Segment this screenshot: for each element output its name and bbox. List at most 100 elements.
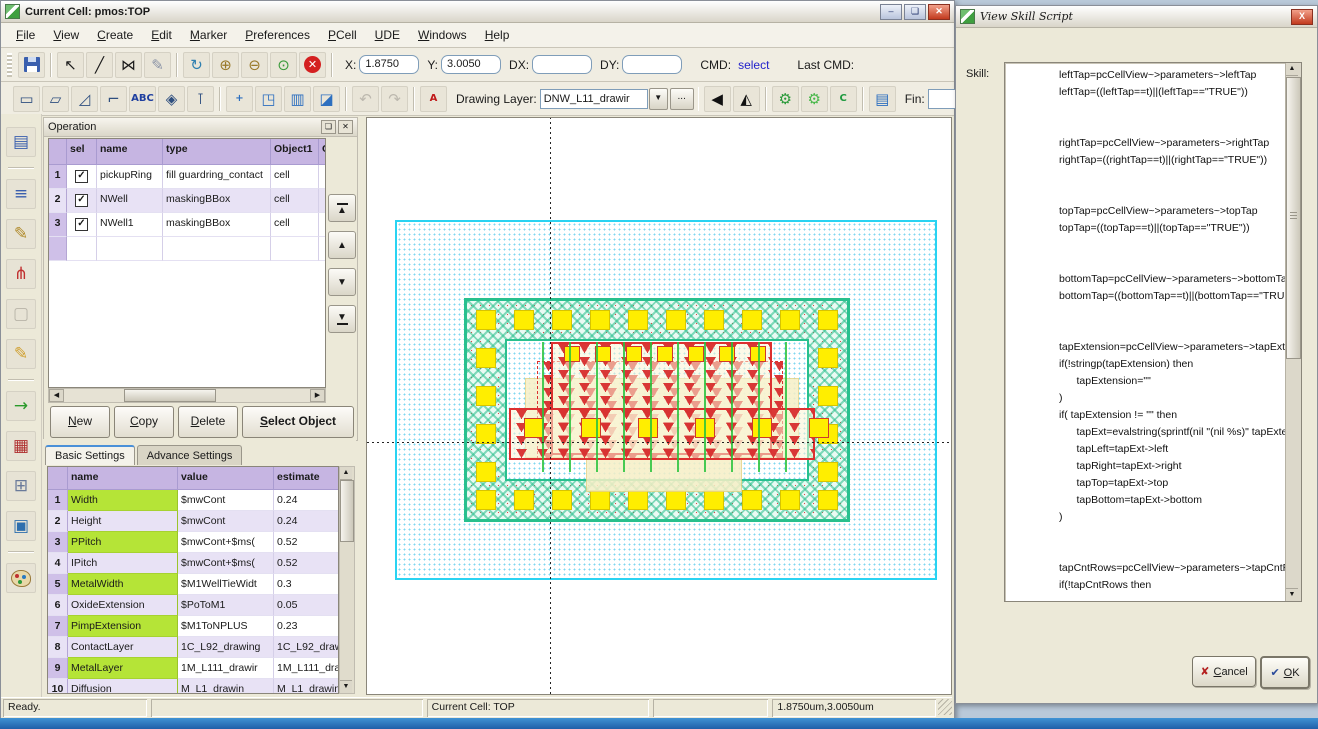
parameter-row[interactable]: 10DiffusionM_L1_drawinM_L1_drawin xyxy=(48,679,338,694)
well-contact[interactable] xyxy=(818,462,838,482)
column-header[interactable] xyxy=(49,139,67,165)
scroll-down-icon[interactable]: ▼ xyxy=(1286,588,1298,601)
layer-a-icon[interactable]: A xyxy=(420,86,447,112)
menu-edit[interactable]: Edit xyxy=(142,25,181,45)
run-checked-icon[interactable]: ⚙ xyxy=(772,86,799,112)
well-contact[interactable] xyxy=(704,490,724,510)
parameter-row[interactable]: 4IPitch$mwCont+$ms(0.52 xyxy=(48,553,338,574)
table-row[interactable]: 2✓NWellmaskingBBoxcell xyxy=(49,189,325,213)
device-contact[interactable] xyxy=(657,346,673,362)
operation-table[interactable]: selnametypeObject1O1✓pickupRingfill guar… xyxy=(48,138,326,388)
well-contact[interactable] xyxy=(818,490,838,510)
column-header[interactable]: name xyxy=(97,139,163,165)
well-contact[interactable] xyxy=(590,490,610,510)
select-object-button[interactable]: Select Object xyxy=(242,406,354,438)
well-contact[interactable] xyxy=(476,424,496,444)
table-row[interactable]: 3✓NWell1maskingBBoxcell xyxy=(49,213,325,237)
well-contact[interactable] xyxy=(476,310,496,330)
well-contact[interactable] xyxy=(818,348,838,368)
parameter-row[interactable]: 8ContactLayer1C_L92_drawing1C_L92_drawin… xyxy=(48,637,338,658)
cellview-list-icon[interactable]: ▤ xyxy=(6,127,36,157)
layers-icon[interactable]: ▤ xyxy=(869,86,896,112)
layout-canvas[interactable] xyxy=(366,117,952,695)
scrollbar-thumb[interactable] xyxy=(124,389,216,402)
well-contact[interactable] xyxy=(628,490,648,510)
well-contact[interactable] xyxy=(552,490,572,510)
parameter-row[interactable]: 5MetalWidth$M1WellTieWidt0.3 xyxy=(48,574,338,595)
device-contact[interactable] xyxy=(595,346,611,362)
well-contact[interactable] xyxy=(552,310,572,330)
scroll-right-icon[interactable]: ▶ xyxy=(310,389,325,402)
minimize-button[interactable]: – xyxy=(880,4,902,20)
well-contact[interactable] xyxy=(818,386,838,406)
device-contact[interactable] xyxy=(688,346,704,362)
well-contact[interactable] xyxy=(476,386,496,406)
path-icon[interactable]: ◿ xyxy=(71,86,98,112)
note-pencil-icon[interactable]: ✎ xyxy=(6,339,36,369)
operation-panel-header[interactable]: Operation ❏ ✕ xyxy=(44,118,357,137)
select-area-icon[interactable]: ▢ xyxy=(6,299,36,329)
move-up-button[interactable]: ▲ xyxy=(328,231,356,259)
row-checkbox[interactable]: ✓ xyxy=(75,218,88,231)
row-checkbox[interactable]: ✓ xyxy=(75,194,88,207)
parameter-row[interactable]: 3PPitch$mwCont+$ms(0.52 xyxy=(48,532,338,553)
move-icon[interactable]: + xyxy=(226,86,253,112)
device-contact[interactable] xyxy=(524,418,544,438)
grid-table-icon[interactable]: ⊞ xyxy=(6,471,36,501)
device-contact[interactable] xyxy=(638,418,658,438)
move-down-button[interactable]: ▼ xyxy=(328,268,356,296)
toolbar-grip[interactable] xyxy=(7,53,12,77)
copy-icon[interactable]: ▥ xyxy=(284,86,311,112)
calendar-icon[interactable]: ▦ xyxy=(6,431,36,461)
column-header[interactable]: value xyxy=(178,467,274,490)
menu-ude[interactable]: UDE xyxy=(366,25,409,45)
polygon-icon[interactable]: ▱ xyxy=(42,86,69,112)
pin-icon[interactable]: ◈ xyxy=(158,86,185,112)
well-contact[interactable] xyxy=(476,490,496,510)
parameter-row[interactable]: 7PimpExtension$M1ToNPLUS0.23 xyxy=(48,616,338,637)
well-contact[interactable] xyxy=(780,490,800,510)
column-header[interactable] xyxy=(48,467,68,490)
scrollbar-thumb[interactable] xyxy=(340,480,354,542)
drawing-layer-value[interactable]: DNW_L11_drawir xyxy=(540,89,648,109)
vertical-scrollbar[interactable]: ▲ ▼ xyxy=(339,466,355,694)
horizontal-scrollbar[interactable]: ◀ ▶ xyxy=(48,388,326,403)
run-arrow-icon[interactable]: → xyxy=(6,391,36,421)
well-contact[interactable] xyxy=(666,310,686,330)
close-button[interactable]: ✕ xyxy=(928,4,950,20)
device-contact[interactable] xyxy=(809,418,829,438)
well-contact[interactable] xyxy=(666,490,686,510)
chevron-down-icon[interactable]: ▼ xyxy=(649,88,668,110)
menu-pcell[interactable]: PCell xyxy=(319,25,366,45)
scroll-up-icon[interactable]: ▲ xyxy=(1286,63,1298,76)
column-header[interactable]: Object1 xyxy=(271,139,319,165)
parameter-row[interactable]: 6OxideExtension$PoToM10.05 xyxy=(48,595,338,616)
save-icon[interactable] xyxy=(18,52,45,78)
measure-icon[interactable]: ⊺ xyxy=(187,86,214,112)
undo-icon[interactable]: ↶ xyxy=(352,86,379,112)
y-coordinate-field[interactable]: 3.0050 xyxy=(441,55,501,74)
well-contact[interactable] xyxy=(742,490,762,510)
palette-icon[interactable] xyxy=(6,563,36,593)
menu-preferences[interactable]: Preferences xyxy=(236,25,319,45)
column-header[interactable]: O xyxy=(319,139,326,165)
label-abc-icon[interactable]: ABC xyxy=(129,86,156,112)
scroll-down-icon[interactable]: ▼ xyxy=(340,680,352,693)
zoom-select-icon[interactable]: ⊙ xyxy=(270,52,297,78)
taskbar[interactable] xyxy=(0,718,1318,729)
scroll-up-icon[interactable]: ▲ xyxy=(340,467,352,480)
well-contact[interactable] xyxy=(590,310,610,330)
dy-field[interactable] xyxy=(622,55,682,74)
close-button[interactable]: X xyxy=(1291,9,1313,25)
device-contact[interactable] xyxy=(695,418,715,438)
parameter-row[interactable]: 1Width$mwCont0.24 xyxy=(48,490,338,511)
well-contact[interactable] xyxy=(704,310,724,330)
tab-basic-settings[interactable]: Basic Settings xyxy=(45,445,135,465)
drawing-layer-combo[interactable]: DNW_L11_drawir ▼ ... xyxy=(540,88,694,110)
device-contact[interactable] xyxy=(719,346,735,362)
row-checkbox[interactable]: ✓ xyxy=(75,170,88,183)
device-contact[interactable] xyxy=(750,346,766,362)
close-panel-icon[interactable]: ✕ xyxy=(338,120,353,134)
well-contact[interactable] xyxy=(742,310,762,330)
move-top-button[interactable]: ▲ xyxy=(328,194,356,222)
